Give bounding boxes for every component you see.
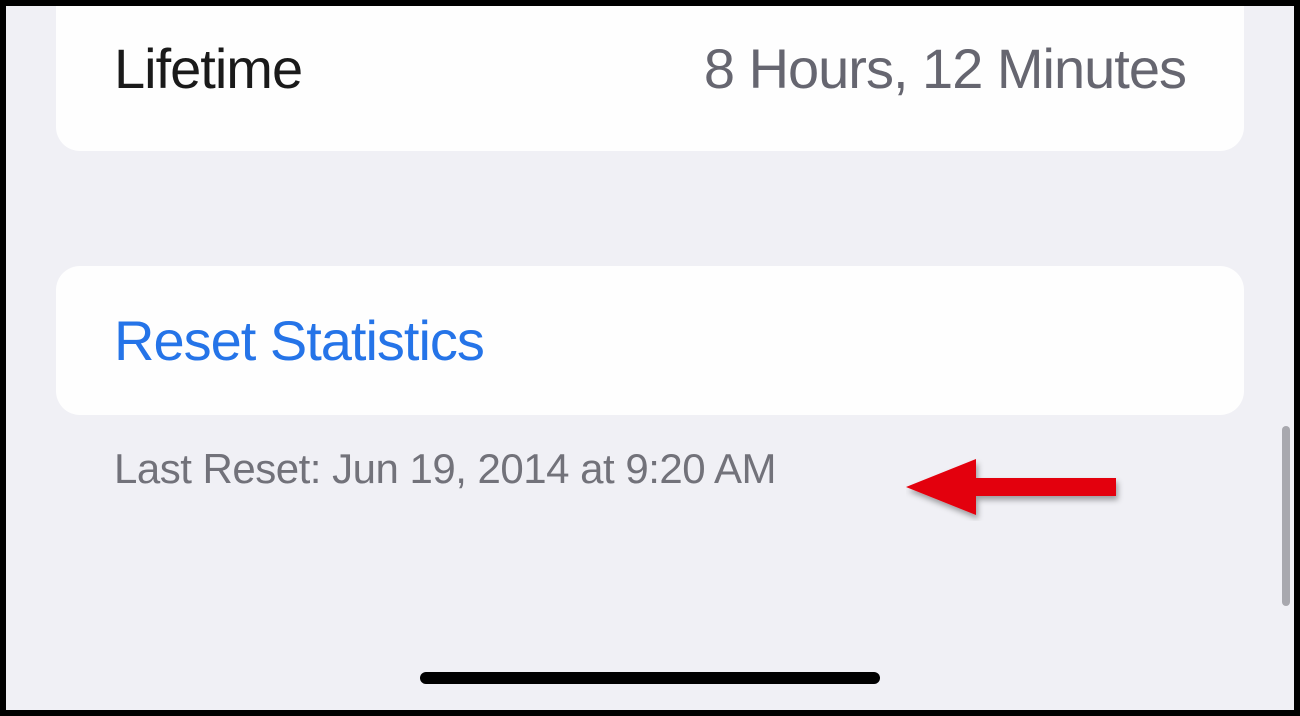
cellular-data-settings-screen: Lifetime 8 Hours, 12 Minutes Reset Stati… bbox=[6, 6, 1294, 710]
reset-statistics-row[interactable]: Reset Statistics bbox=[56, 266, 1244, 415]
home-indicator[interactable] bbox=[420, 672, 880, 684]
lifetime-value: 8 Hours, 12 Minutes bbox=[704, 36, 1186, 101]
last-reset-text: Last Reset: Jun 19, 2014 at 9:20 AM bbox=[114, 445, 1186, 493]
reset-statistics-button[interactable]: Reset Statistics bbox=[114, 309, 484, 372]
scrollbar-thumb[interactable] bbox=[1282, 426, 1290, 606]
lifetime-label: Lifetime bbox=[114, 36, 302, 101]
lifetime-row: Lifetime 8 Hours, 12 Minutes bbox=[56, 6, 1244, 151]
